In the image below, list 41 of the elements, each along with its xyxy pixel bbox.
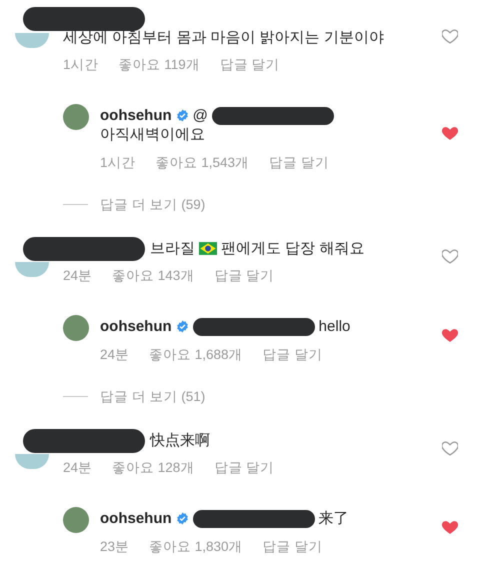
comment-text: 팬에게도 답장 해줘요	[221, 239, 364, 258]
heart-icon[interactable]	[442, 126, 458, 141]
likes-count-link[interactable]: 좋아요 143개	[112, 267, 194, 284]
likes-count-link[interactable]: 좋아요 119개	[118, 56, 200, 73]
avatar[interactable]	[63, 104, 89, 130]
timestamp: 24분	[63, 459, 92, 476]
comment-text: hello	[318, 317, 350, 336]
reply-link[interactable]: 답글 달기	[214, 267, 274, 284]
view-more-replies-link[interactable]: 답글 더 보기 (59)	[100, 196, 206, 213]
reply-link[interactable]: 답글 달기	[220, 56, 280, 73]
avatar[interactable]	[63, 315, 89, 341]
likes-count-link[interactable]: 좋아요 1,830개	[149, 538, 243, 555]
heart-icon[interactable]	[442, 441, 458, 456]
comment-text: 브라질	[150, 239, 195, 258]
likes-count-link[interactable]: 좋아요 1,688개	[149, 346, 243, 363]
reply-link[interactable]: 답글 달기	[269, 154, 329, 171]
heart-icon[interactable]	[442, 520, 458, 534]
timestamp: 1시간	[100, 154, 136, 171]
username[interactable]: oohsehun	[100, 509, 172, 528]
username[interactable]: oohsehun	[100, 106, 172, 125]
mention-text[interactable]: @	[192, 106, 208, 125]
reply-link[interactable]: 답글 달기	[262, 346, 322, 363]
heart-icon[interactable]	[442, 249, 458, 264]
avatar[interactable]	[63, 507, 89, 533]
brazil-flag-icon	[199, 242, 217, 255]
heart-icon[interactable]	[442, 29, 458, 44]
timestamp: 1시간	[63, 56, 99, 73]
timestamp: 24분	[100, 346, 130, 363]
timestamp: 23분	[100, 538, 130, 555]
likes-count-link[interactable]: 좋아요 1,543개	[156, 154, 250, 171]
comment-text: 来了	[318, 509, 349, 528]
reply-link[interactable]: 답글 달기	[262, 538, 322, 555]
comment-text: 快点来啊	[150, 431, 210, 450]
view-more-replies-link[interactable]: 답글 더 보기 (51)	[100, 388, 206, 405]
reply-link[interactable]: 답글 달기	[214, 459, 274, 476]
comment-text: 아직새벽이에요	[100, 125, 205, 144]
timestamp: 24분	[63, 267, 92, 284]
username[interactable]: oohsehun	[100, 317, 172, 336]
comment-text: 세상에 아침부터 몸과 마음이 밝아지는 기분이야	[63, 28, 384, 47]
likes-count-link[interactable]: 좋아요 128개	[112, 459, 194, 476]
heart-icon[interactable]	[442, 328, 458, 342]
